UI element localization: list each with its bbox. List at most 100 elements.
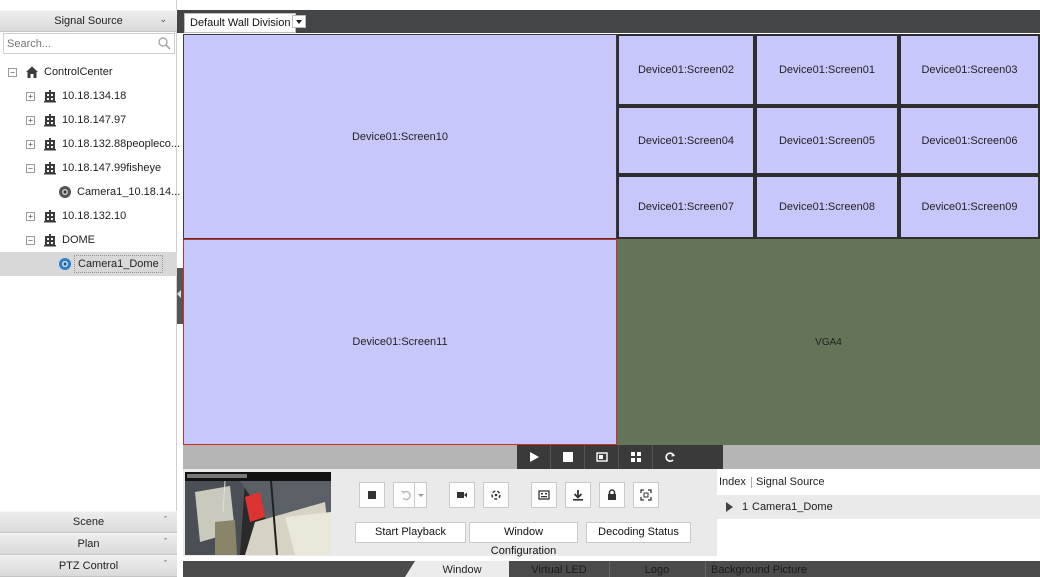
scene-header[interactable]: Scene ˆ: [0, 511, 177, 533]
tree-node-label: DOME: [62, 234, 95, 246]
tree-node-device[interactable]: + 10.18.132.88peopleco...: [0, 132, 181, 156]
collapse-icon[interactable]: −: [26, 163, 35, 173]
tree-node-camera-selected[interactable]: Camera1_Dome: [0, 252, 177, 276]
cycle-icon: [491, 490, 501, 500]
search-input[interactable]: [4, 34, 154, 53]
screen-label: Device01:Screen02: [637, 64, 734, 76]
tree-node-label: 10.18.134.18: [62, 90, 127, 102]
tab-logo[interactable]: Logo: [609, 561, 705, 577]
start-playback-button[interactable]: Start Playback: [355, 522, 466, 543]
tree-node-camera[interactable]: Camera1_10.18.14...: [0, 180, 181, 204]
decoding-status-button[interactable]: Decoding Status: [586, 522, 691, 543]
expand-icon[interactable]: +: [26, 139, 35, 149]
record-button[interactable]: [449, 482, 475, 508]
tab-background-picture[interactable]: Background Picture: [711, 561, 831, 577]
chevron-up-icon[interactable]: ˆ: [164, 537, 167, 547]
index-column-header[interactable]: Index: [717, 476, 749, 488]
refresh-button[interactable]: [653, 445, 687, 469]
snapshot-button[interactable]: [585, 445, 619, 469]
wall-screen[interactable]: Device01:Screen10: [183, 34, 617, 239]
wall-screen[interactable]: Device01:Screen02: [617, 34, 755, 106]
ptz-control-header[interactable]: PTZ Control ˆ: [0, 555, 177, 577]
collapse-icon[interactable]: −: [8, 67, 17, 77]
dropdown-arrow-icon[interactable]: [292, 15, 306, 28]
wall-screen-vga[interactable]: VGA4: [617, 239, 1040, 445]
tree-node-device[interactable]: + 10.18.147.97: [0, 108, 177, 132]
layout-button[interactable]: [619, 445, 653, 469]
wall-screen[interactable]: Device01:Screen04: [617, 106, 755, 175]
signal-source-header[interactable]: Signal Source ⌄: [0, 10, 177, 32]
plan-label: Plan: [77, 538, 100, 550]
bottom-tab-bar: Window Virtual LED Logo Background Pictu…: [183, 561, 1040, 577]
tree-node-controlcenter[interactable]: − ControlCenter: [0, 60, 177, 84]
stop-button[interactable]: [551, 445, 585, 469]
tree-node-label: Camera1_10.18.14...: [77, 186, 181, 198]
camera-icon: [59, 186, 71, 198]
tree-node-device[interactable]: + 10.18.132.10: [0, 204, 177, 228]
wall-screen[interactable]: Device01:Screen09: [899, 175, 1040, 239]
collapse-icon[interactable]: −: [26, 235, 35, 245]
live-preview-thumbnail[interactable]: [185, 472, 331, 555]
screen-label: Device01:Screen06: [921, 134, 1018, 147]
screen-label: Device01:Screen11: [352, 336, 448, 348]
window-configuration-button[interactable]: Window Configuration: [469, 522, 578, 557]
expand-icon[interactable]: +: [26, 211, 35, 221]
signal-table: Index Signal Source 1 Camera1_Dome: [717, 469, 1040, 556]
wall-screen[interactable]: Device01:Screen03: [899, 34, 1040, 106]
play-button[interactable]: [517, 445, 551, 469]
tree-node-label: ControlCenter: [44, 66, 113, 78]
wall-playback-bar: [183, 445, 1040, 469]
keyboard-button[interactable]: [531, 482, 557, 508]
lock-button[interactable]: [599, 482, 625, 508]
playback-speed-dropdown[interactable]: [415, 482, 427, 508]
wall-screen[interactable]: Device01:Screen06: [899, 106, 1040, 175]
search-icon[interactable]: [157, 36, 171, 50]
replay-icon: [401, 490, 411, 501]
left-accordion: Scene ˆ Plan ˆ PTZ Control ˆ: [0, 511, 177, 577]
expand-icon[interactable]: +: [26, 115, 35, 125]
screen-label: Device01:Screen08: [778, 201, 875, 213]
wall-screen[interactable]: Device01:Screen01: [755, 34, 899, 106]
building-icon: [44, 210, 56, 223]
row-signal-source: Camera1_Dome: [752, 501, 833, 513]
fullscreen-button[interactable]: [633, 482, 659, 508]
playback-speed-button[interactable]: [393, 482, 415, 508]
stop-icon: [563, 452, 573, 462]
stop-icon: [368, 491, 376, 499]
play-arrow-icon: [726, 502, 733, 512]
wall-screen[interactable]: Device01:Screen07: [617, 175, 755, 239]
plan-header[interactable]: Plan ˆ: [0, 533, 177, 555]
wall-playback-controls: [517, 445, 723, 469]
wall-screen[interactable]: Device01:Screen08: [755, 175, 899, 239]
table-row[interactable]: 1 Camera1_Dome: [717, 495, 1040, 519]
signal-source-title: Signal Source: [54, 15, 123, 27]
wall-screen[interactable]: Device01:Screen05: [755, 106, 899, 175]
wall-screen-selected[interactable]: Device01:Screen11: [183, 239, 617, 445]
download-button[interactable]: [565, 482, 591, 508]
window-action-buttons: [359, 482, 667, 508]
tree-node-device[interactable]: + 10.18.134.18: [0, 84, 177, 108]
tree-node-label: 10.18.132.88peopleco...: [62, 138, 181, 150]
tab-virtual-led[interactable]: Virtual LED: [509, 561, 609, 577]
tab-window[interactable]: Window: [405, 561, 509, 577]
building-icon: [44, 234, 56, 247]
expand-icon[interactable]: +: [26, 91, 35, 101]
chevron-up-icon[interactable]: ˆ: [164, 515, 167, 525]
signal-source-column-header[interactable]: Signal Source: [756, 476, 825, 488]
screen-label: Device01:Screen04: [637, 134, 734, 147]
window-control-panel: Start Playback Window Configuration Deco…: [183, 469, 1040, 557]
tree-node-device[interactable]: − 10.18.147.99fisheye: [0, 156, 177, 180]
column-divider: [751, 476, 752, 488]
stop-preview-button[interactable]: [359, 482, 385, 508]
keyboard-icon: [538, 490, 550, 500]
tab-divider: [705, 561, 706, 577]
refresh-icon: [665, 452, 675, 462]
tree-node-device[interactable]: − DOME: [0, 228, 177, 252]
search-box: [3, 33, 175, 54]
loop-button[interactable]: [483, 482, 509, 508]
chevron-down-icon[interactable]: ⌄: [159, 14, 167, 25]
chevron-up-icon[interactable]: ˆ: [164, 559, 167, 569]
left-panel: Signal Source ⌄ − ControlCenter + 10.18.…: [0, 0, 181, 577]
wall-division-tab[interactable]: Default Wall Division: [184, 13, 297, 33]
screen-label: Device01:Screen05: [778, 134, 875, 147]
